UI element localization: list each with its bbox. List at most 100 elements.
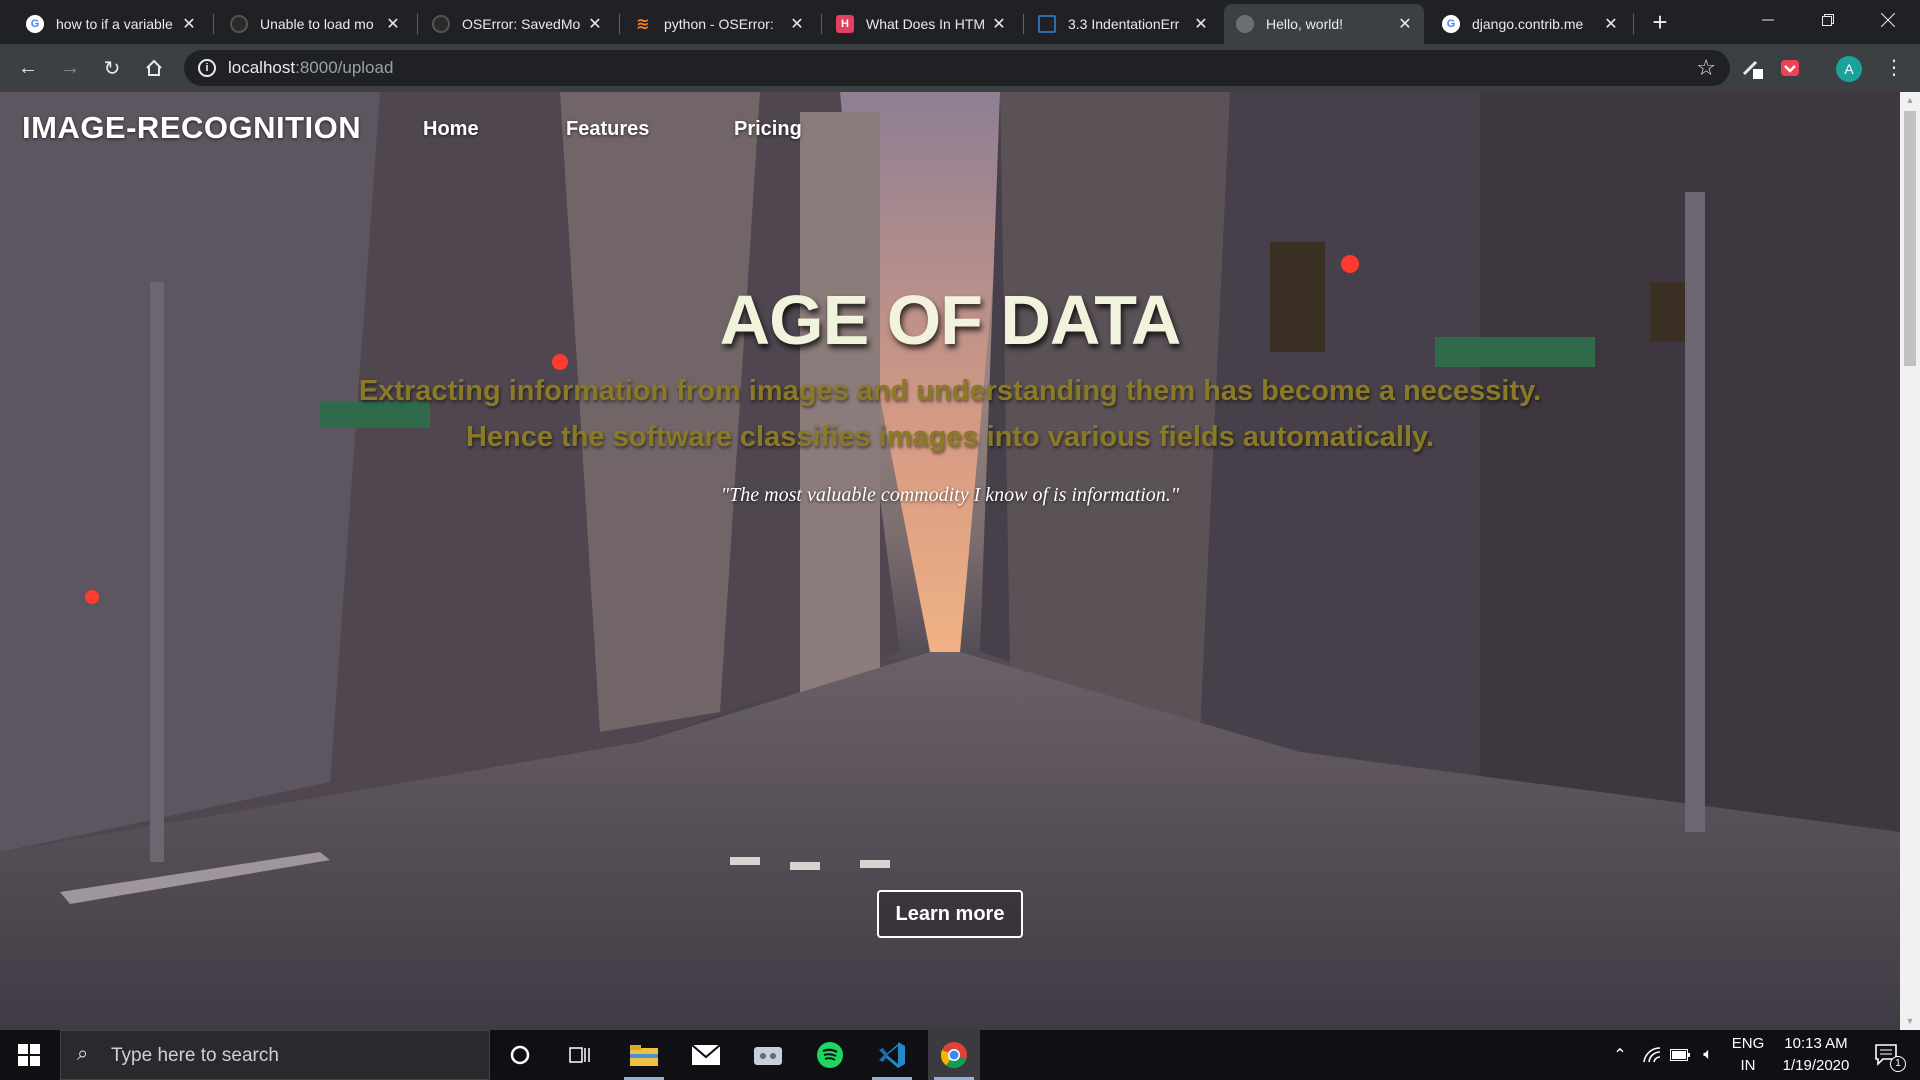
hero-quote: "The most valuable commodity I know of i… xyxy=(720,484,1180,506)
forward-arrow-icon: → xyxy=(60,56,80,79)
minimize-icon xyxy=(1762,19,1774,21)
page-scrollbar[interactable]: ▲ ▼ xyxy=(1900,92,1920,1030)
wifi-icon[interactable] xyxy=(1638,1030,1666,1080)
home-icon xyxy=(146,59,162,76)
tab-title: django.contrib.me xyxy=(1472,16,1584,32)
start-button[interactable] xyxy=(0,1030,58,1080)
steam-icon xyxy=(754,1047,782,1065)
search-placeholder: Type here to search xyxy=(111,1045,279,1066)
learn-more-button[interactable]: Learn more xyxy=(877,890,1023,938)
spotify-icon xyxy=(817,1042,843,1068)
browser-tab[interactable]: G django.contrib.me ✕ xyxy=(1430,4,1630,44)
close-icon[interactable]: ✕ xyxy=(1192,14,1210,34)
profile-avatar[interactable]: A xyxy=(1836,56,1862,82)
reload-button[interactable]: ↻ xyxy=(96,52,128,84)
wifi-signal-icon xyxy=(1643,1047,1661,1063)
close-icon[interactable]: ✕ xyxy=(180,14,198,34)
browser-tab[interactable]: H What Does In HTM ✕ xyxy=(824,4,1018,44)
scroll-up-arrow-icon[interactable]: ▲ xyxy=(1900,92,1920,109)
action-center-button[interactable]: 1 xyxy=(1866,1030,1908,1080)
menu-kebab-icon[interactable]: ⋮ xyxy=(1884,54,1904,82)
extension-button[interactable] xyxy=(1738,54,1766,82)
notification-count-badge: 1 xyxy=(1890,1056,1906,1072)
close-icon[interactable]: ✕ xyxy=(990,14,1008,34)
stackoverflow-icon: ≋ xyxy=(636,16,650,33)
globe-icon xyxy=(1236,15,1254,33)
minimize-button[interactable] xyxy=(1738,0,1798,40)
tray-overflow-chevron-icon[interactable]: ⌃ xyxy=(1606,1030,1634,1080)
pen-extension-icon xyxy=(1742,60,1763,79)
close-icon[interactable]: ✕ xyxy=(384,14,402,34)
close-window-icon xyxy=(1881,13,1895,27)
restore-button[interactable] xyxy=(1798,0,1858,40)
forward-button[interactable]: → xyxy=(54,52,86,84)
scroll-down-arrow-icon[interactable]: ▼ xyxy=(1900,1013,1920,1030)
google-icon: G xyxy=(26,15,44,33)
browser-tab[interactable]: Unable to load mo ✕ xyxy=(218,4,412,44)
tab-title: OSError: SavedMo xyxy=(462,16,580,32)
back-button[interactable]: ← xyxy=(12,52,44,84)
battery-icon[interactable] xyxy=(1666,1030,1694,1080)
hero-subtitle-line-1: Extracting information from images and u… xyxy=(358,375,1542,407)
language-region: IN xyxy=(1740,1057,1756,1074)
volume-icon[interactable]: 🔈︎ xyxy=(1694,1030,1722,1080)
taskbar-search-box[interactable]: ⌕ Type here to search xyxy=(60,1030,490,1080)
browser-tab[interactable]: 3.3 IndentationErr ✕ xyxy=(1026,4,1220,44)
vscode-button[interactable] xyxy=(866,1030,918,1080)
nav-link-home[interactable]: Home xyxy=(423,118,479,141)
github-icon xyxy=(432,15,450,33)
windows-logo-icon xyxy=(18,1044,40,1066)
site-brand-logo[interactable]: IMAGE-RECOGNITION xyxy=(22,110,361,146)
windows-taskbar: ⌕ Type here to search ⌃ 🔈︎ ENG IN 10:13 … xyxy=(0,1030,1920,1080)
nav-link-pricing[interactable]: Pricing xyxy=(734,118,802,141)
taskbar-clock[interactable]: 10:13 AM 1/19/2020 xyxy=(1772,1033,1860,1077)
folder-icon xyxy=(630,1045,658,1066)
browser-toolbar: ← → ↻ i localhost:8000/upload ☆ A ⋮ xyxy=(0,44,1920,92)
address-bar[interactable]: i localhost:8000/upload ☆ xyxy=(184,50,1730,86)
steam-button[interactable] xyxy=(742,1030,794,1080)
browser-tab-active[interactable]: Hello, world! ✕ xyxy=(1224,4,1424,44)
github-icon xyxy=(230,15,248,33)
task-view-button[interactable] xyxy=(554,1030,606,1080)
url-path: :8000/upload xyxy=(295,58,394,77)
browser-tab[interactable]: G how to if a variable ✕ xyxy=(14,4,208,44)
h-icon: H xyxy=(836,15,854,33)
tab-separator xyxy=(417,14,418,34)
back-arrow-icon: ← xyxy=(18,56,38,79)
close-icon[interactable]: ✕ xyxy=(788,14,806,34)
tab-separator xyxy=(821,14,822,34)
browser-tab[interactable]: OSError: SavedMo ✕ xyxy=(420,4,614,44)
cortana-button[interactable] xyxy=(494,1030,546,1080)
nav-link-features[interactable]: Features xyxy=(566,118,649,141)
url-host: localhost xyxy=(228,58,296,77)
bookmark-star-icon[interactable]: ☆ xyxy=(1696,55,1716,81)
info-icon[interactable]: i xyxy=(198,59,216,77)
clock-date: 1/19/2020 xyxy=(1782,1057,1850,1074)
input-language-indicator[interactable]: ENG IN xyxy=(1726,1033,1770,1077)
tab-title: python - OSError: xyxy=(664,16,774,32)
tab-separator xyxy=(1023,14,1024,34)
chrome-button[interactable] xyxy=(928,1030,980,1080)
hero-title: AGE OF DATA xyxy=(719,281,1182,359)
page-viewport: IMAGE-RECOGNITION Home Features Pricing … xyxy=(0,92,1900,1030)
browser-tab[interactable]: ≋ python - OSError: ✕ xyxy=(622,4,816,44)
close-window-button[interactable] xyxy=(1858,0,1918,40)
close-icon[interactable]: ✕ xyxy=(586,14,604,34)
tab-title: 3.3 IndentationErr xyxy=(1068,16,1180,32)
url-text[interactable]: localhost:8000/upload xyxy=(228,58,393,78)
close-icon[interactable]: ✕ xyxy=(1602,14,1620,34)
extension-button[interactable] xyxy=(1776,54,1804,82)
file-explorer-button[interactable] xyxy=(618,1030,670,1080)
battery-level-icon xyxy=(1670,1049,1690,1061)
new-tab-button[interactable]: + xyxy=(1646,9,1674,37)
tab-separator xyxy=(1633,14,1634,34)
vscode-icon xyxy=(879,1042,905,1068)
mail-button[interactable] xyxy=(680,1030,732,1080)
scrollbar-thumb[interactable] xyxy=(1904,111,1916,366)
pocket-extension-icon xyxy=(1781,60,1799,76)
close-icon[interactable]: ✕ xyxy=(1396,14,1414,34)
tab-separator xyxy=(619,14,620,34)
home-button[interactable] xyxy=(138,52,170,84)
task-view-icon xyxy=(569,1047,590,1063)
spotify-button[interactable] xyxy=(804,1030,856,1080)
